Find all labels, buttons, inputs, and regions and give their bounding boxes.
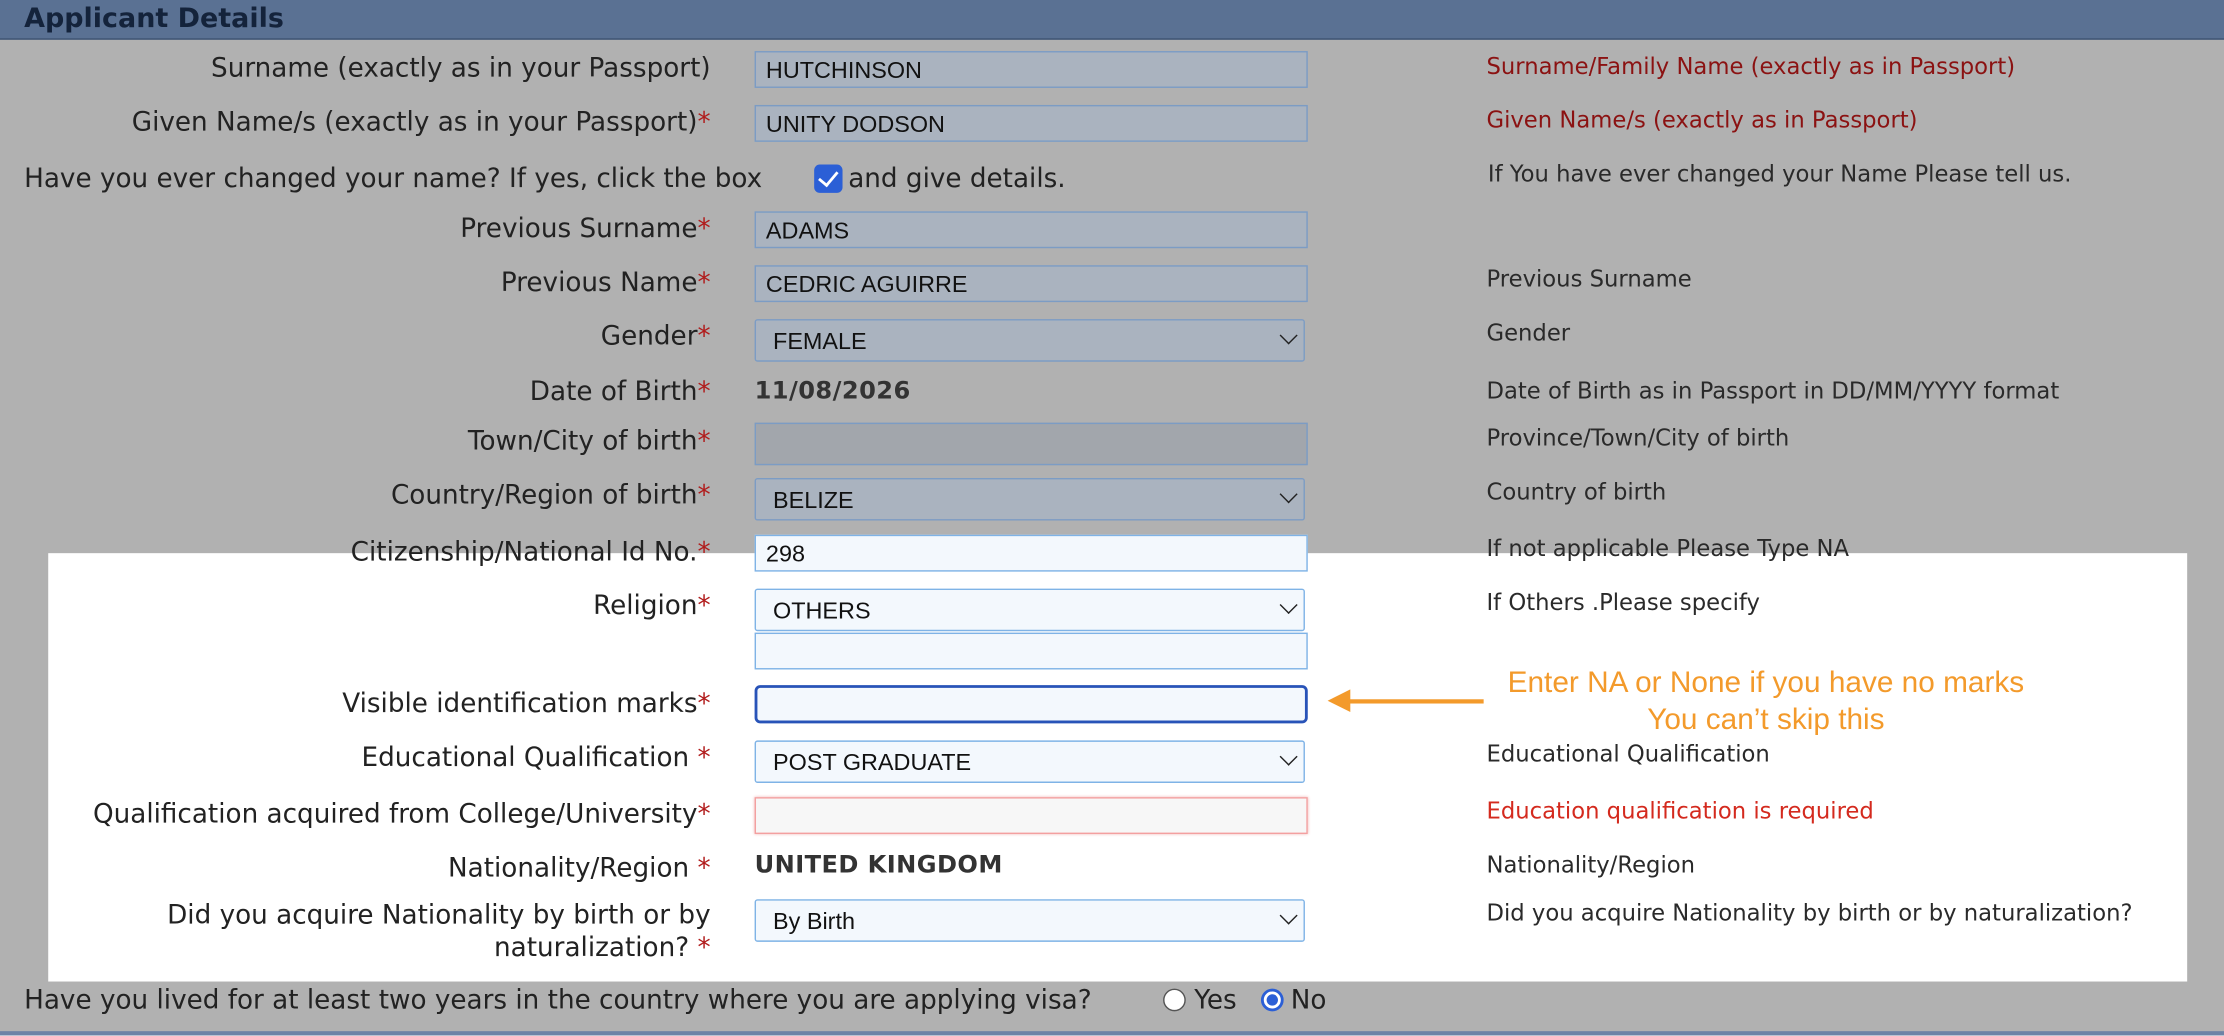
lived-two-years-yes-radio[interactable] <box>1163 988 1186 1012</box>
gender-hint: Gender <box>1486 319 1571 347</box>
qualification-college-input[interactable] <box>754 797 1308 835</box>
given-name-input[interactable]: UNITY DODSON <box>754 104 1308 142</box>
surname-input[interactable]: HUTCHINSON <box>754 51 1308 88</box>
changed-name-question-end: and give details. <box>848 164 1066 195</box>
chevron-down-icon <box>1279 906 1298 925</box>
surname-hint: Surname/Family Name (exactly as in Passp… <box>1486 52 2016 80</box>
dob-hint: Date of Birth as in Passport in DD/MM/YY… <box>1486 377 2060 405</box>
religion-label: Religion* <box>593 591 711 622</box>
given-name-label: Given Name/s (exactly as in your Passpor… <box>131 107 711 138</box>
dob-label: Date of Birth* <box>529 377 711 408</box>
previous-surname-label: Previous Surname* <box>460 214 711 244</box>
education-hint: Educational Qualification <box>1486 740 1770 768</box>
previous-name-hint: Previous Surname <box>1486 265 1692 293</box>
religion-other-input[interactable] <box>754 632 1308 670</box>
chevron-down-icon <box>1279 595 1298 614</box>
gender-select[interactable]: FEMALE <box>754 319 1305 362</box>
religion-hint: If Others .Please specify <box>1486 588 1760 616</box>
country-of-birth-select[interactable]: BELIZE <box>754 478 1305 521</box>
changed-name-question: Have you ever changed your name? If yes,… <box>24 164 763 195</box>
citizenship-id-hint: If not applicable Please Type NA <box>1486 534 1850 562</box>
nationality-hint: Nationality/Region <box>1486 851 1696 878</box>
nationality-label: Nationality/Region * <box>448 853 711 884</box>
education-select[interactable]: POST GRADUATE <box>754 740 1305 783</box>
chevron-down-icon <box>1279 747 1298 766</box>
arrow-left-icon <box>1327 689 1484 713</box>
lived-two-years-yes-label[interactable]: Yes <box>1194 986 1236 1016</box>
country-of-birth-label: Country/Region of birth* <box>390 480 711 511</box>
religion-select[interactable]: OTHERS <box>754 588 1305 632</box>
identification-marks-label: Visible identification marks* <box>342 689 711 720</box>
nationality-acquired-hint: Did you acquire Nationality by birth or … <box>1486 899 2133 927</box>
town-of-birth-hint: Province/Town/City of birth <box>1486 424 1790 452</box>
gender-label: Gender* <box>600 321 711 352</box>
nationality-value: UNITED KINGDOM <box>754 851 1003 880</box>
section-title: Applicant Details <box>24 2 284 35</box>
previous-name-label: Previous Name* <box>500 268 711 298</box>
previous-surname-input[interactable]: ADAMS <box>754 211 1308 249</box>
town-of-birth-label: Town/City of birth* <box>467 426 711 457</box>
citizenship-id-label: Citizenship/National Id No.* <box>350 537 711 568</box>
previous-name-input[interactable]: CEDRIC AGUIRRE <box>754 265 1308 303</box>
changed-name-checkbox[interactable] <box>814 164 843 193</box>
surname-label: Surname (exactly as in your Passport) <box>211 53 711 84</box>
given-name-hint: Given Name/s (exactly as in Passport) <box>1486 106 1918 134</box>
lived-two-years-no-label[interactable]: No <box>1291 986 1327 1016</box>
qualification-college-error: Education qualification is required <box>1486 797 1874 825</box>
town-of-birth-input[interactable] <box>754 422 1308 466</box>
country-of-birth-hint: Country of birth <box>1486 478 1667 505</box>
nationality-acquired-label: Did you acquire Nationality by birth or … <box>167 900 711 964</box>
section-header: Applicant Details <box>0 0 2224 40</box>
citizenship-id-input[interactable]: 298 <box>754 534 1308 572</box>
qualification-college-label: Qualification acquired from College/Univ… <box>92 799 711 830</box>
lived-two-years-question: Have you lived for at least two years in… <box>24 985 1092 1016</box>
nationality-acquired-select[interactable]: By Birth <box>754 899 1305 942</box>
identification-marks-note: Enter NA or None if you have no marks Yo… <box>1507 666 2025 737</box>
bottom-border <box>0 1031 2224 1036</box>
education-label: Educational Qualification * <box>361 743 711 774</box>
chevron-down-icon <box>1279 326 1298 345</box>
lived-two-years-no-radio[interactable] <box>1260 988 1284 1012</box>
identification-marks-input[interactable] <box>754 685 1308 724</box>
chevron-down-icon <box>1279 485 1298 504</box>
dob-value: 11/08/2026 <box>754 377 911 406</box>
changed-name-hint: If You have ever changed your Name Pleas… <box>1487 160 2072 188</box>
